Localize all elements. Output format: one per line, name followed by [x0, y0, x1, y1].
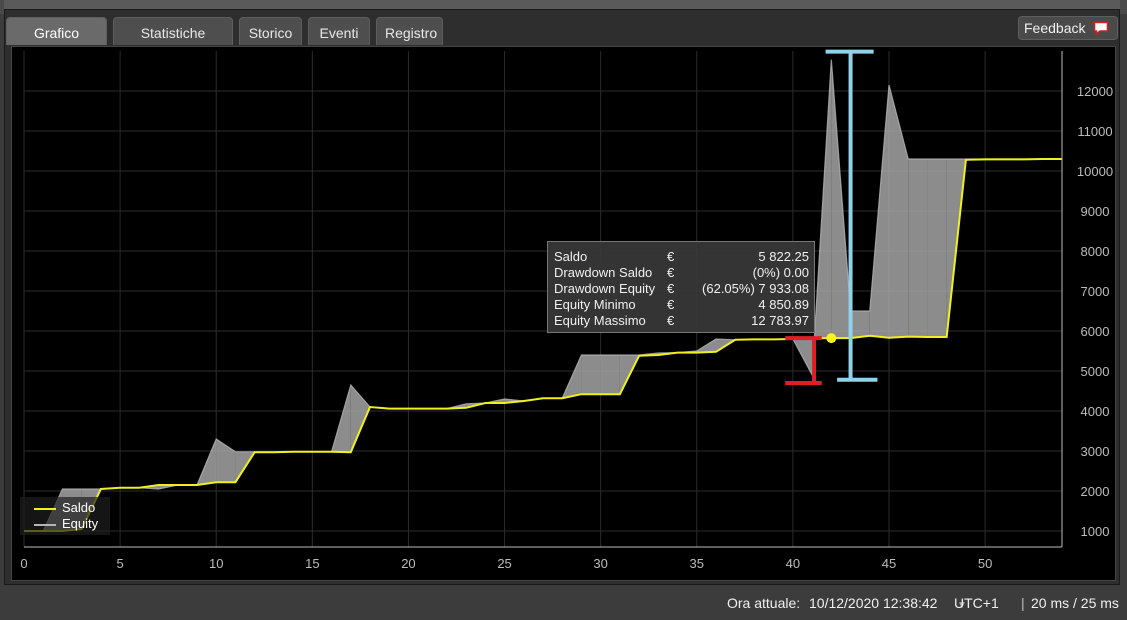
y-tick-label: 5000	[1081, 364, 1110, 379]
timezone-value: UTC+1	[954, 589, 999, 617]
legend-swatch-saldo	[34, 508, 56, 510]
y-tick-label: 6000	[1081, 324, 1110, 339]
legend-label-saldo: Saldo	[62, 500, 95, 515]
x-tick-label: 25	[497, 556, 511, 571]
x-tick-label: 40	[786, 556, 800, 571]
tooltip-currency: €	[667, 249, 674, 265]
x-tick-label: 50	[978, 556, 992, 571]
latency-value: 20 ms / 25 ms	[1031, 589, 1119, 617]
data-tooltip: Saldo € 5 822.25 Drawdown Saldo € (0%) 0…	[547, 241, 815, 333]
tooltip-row-drawdown-equity: Drawdown Equity € (62.05%) 7 933.08	[554, 281, 809, 297]
tab-statistiche-trade[interactable]: Statistiche Trade	[113, 17, 233, 45]
feedback-button[interactable]: Feedback	[1018, 16, 1118, 40]
top-scrollbar[interactable]	[4, 0, 1120, 9]
equity-band-segment	[851, 311, 870, 338]
equity-band-segment	[908, 159, 927, 337]
y-tick-label: 10000	[1077, 164, 1113, 179]
legend-swatch-equity	[34, 524, 56, 526]
equity-band-segment	[927, 159, 946, 337]
y-tick-label: 2000	[1081, 484, 1110, 499]
y-tick-label: 11000	[1077, 124, 1112, 139]
chart-legend: Saldo Equity	[20, 497, 110, 535]
y-tick-label: 1000	[1081, 524, 1110, 539]
tooltip-currency: €	[667, 297, 674, 313]
tooltip-currency: €	[667, 281, 674, 297]
tab-registro[interactable]: Registro	[376, 17, 443, 45]
equity-band-segment	[351, 385, 370, 452]
tooltip-row-equity-massimo: Equity Massimo € 12 783.97	[554, 313, 809, 329]
tooltip-value: 12 783.97	[751, 313, 809, 329]
y-tick-label: 7000	[1081, 284, 1110, 299]
equity-fill-band	[24, 60, 1062, 531]
tooltip-row-saldo: Saldo € 5 822.25	[554, 249, 809, 265]
equity-band-segment	[601, 355, 620, 394]
x-tick-label: 45	[882, 556, 896, 571]
y-tick-label: 12000	[1077, 84, 1113, 99]
y-tick-label: 9000	[1081, 204, 1110, 219]
tooltip-value: 4 850.89	[758, 297, 809, 313]
x-tick-label: 5	[116, 556, 123, 571]
feedback-label: Feedback	[1024, 20, 1085, 36]
tooltip-currency: €	[667, 265, 674, 281]
status-bar: Ora attuale: 10/12/2020 12:38:42 UTC+1 ▼…	[0, 589, 1127, 615]
legend-item-saldo[interactable]: Saldo	[34, 500, 95, 516]
status-divider: |	[1021, 589, 1025, 617]
x-tick-label: 30	[593, 556, 607, 571]
tooltip-label: Equity Minimo	[554, 297, 636, 313]
current-time-value: 10/12/2020 12:38:42	[809, 589, 937, 617]
feedback-speech-bubble-icon	[1093, 20, 1109, 36]
tooltip-value: (0%) 0.00	[753, 265, 809, 281]
tooltip-value: (62.05%) 7 933.08	[702, 281, 809, 297]
tooltip-currency: €	[667, 313, 674, 329]
y-tick-label: 4000	[1081, 404, 1110, 419]
x-tick-label: 20	[401, 556, 415, 571]
tooltip-row-equity-minimo: Equity Minimo € 4 850.89	[554, 297, 809, 313]
legend-label-equity: Equity	[62, 516, 98, 531]
tab-grafico-equity[interactable]: Grafico Equity	[6, 17, 107, 45]
tooltip-row-drawdown-saldo: Drawdown Saldo € (0%) 0.00	[554, 265, 809, 281]
tooltip-label: Equity Massimo	[554, 313, 646, 329]
x-tick-label: 0	[20, 556, 27, 571]
x-tick-label: 15	[305, 556, 319, 571]
hover-point	[826, 333, 836, 343]
x-tick-label: 35	[690, 556, 704, 571]
y-tick-label: 8000	[1081, 244, 1110, 259]
timezone-selector[interactable]: UTC+1 ▼	[954, 589, 967, 620]
y-tick-label: 3000	[1081, 444, 1110, 459]
tooltip-label: Saldo	[554, 249, 587, 265]
tab-eventi[interactable]: Eventi	[308, 17, 370, 45]
tooltip-label: Drawdown Equity	[554, 281, 655, 297]
x-tick-label: 10	[209, 556, 223, 571]
tooltip-label: Drawdown Saldo	[554, 265, 652, 281]
equity-band-segment	[581, 355, 600, 394]
current-time-label: Ora attuale:	[727, 589, 800, 617]
tooltip-value: 5 822.25	[758, 249, 809, 265]
tab-storico[interactable]: Storico	[239, 17, 302, 45]
legend-item-equity[interactable]: Equity	[34, 516, 98, 532]
